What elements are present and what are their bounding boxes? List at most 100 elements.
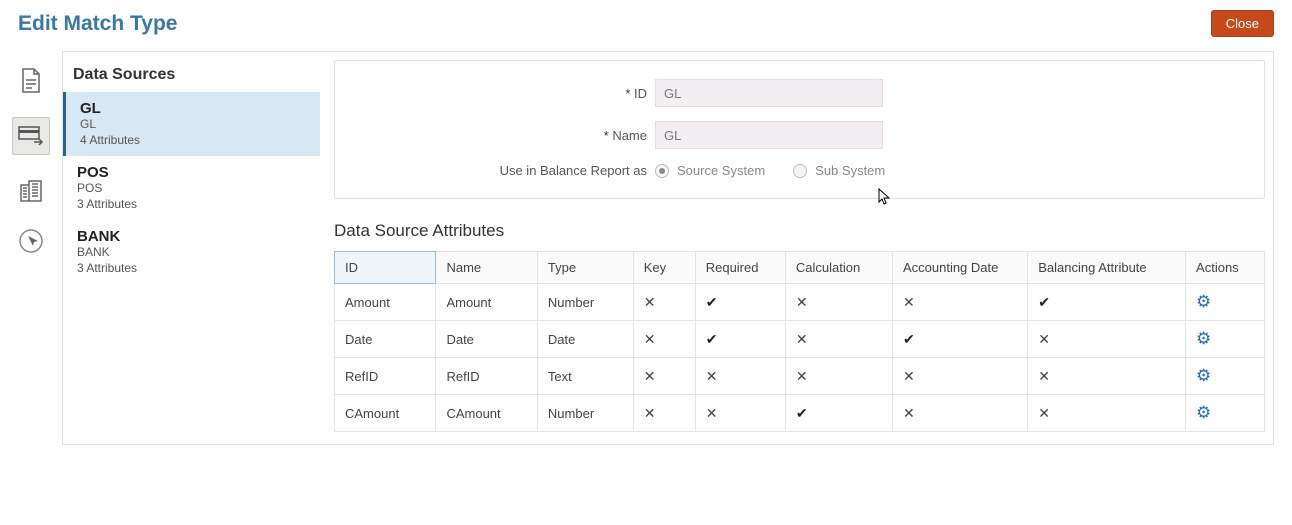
cell-balancing: ✔ xyxy=(1028,284,1186,321)
table-row[interactable]: RefIDRefIDText✕✕✕✕✕⚙ xyxy=(335,358,1265,395)
id-input[interactable] xyxy=(655,79,883,107)
cell-type: Date xyxy=(537,321,633,358)
x-icon: ✕ xyxy=(644,368,656,384)
data-source-item-bank[interactable]: BANK BANK 3 Attributes xyxy=(63,220,326,284)
col-header-id[interactable]: ID xyxy=(335,252,436,284)
data-source-item-gl[interactable]: GL GL 4 Attributes xyxy=(63,92,320,156)
cell-actions: ⚙ xyxy=(1186,395,1265,432)
cell-accounting-date: ✕ xyxy=(892,284,1027,321)
check-icon: ✔ xyxy=(706,294,718,310)
radio-sub-system[interactable]: Sub System xyxy=(793,163,885,178)
col-header-type[interactable]: Type xyxy=(537,252,633,284)
cell-key: ✕ xyxy=(633,358,695,395)
gear-icon[interactable]: ⚙ xyxy=(1196,403,1211,422)
rail-jobs[interactable] xyxy=(17,227,45,255)
cell-required: ✕ xyxy=(695,358,785,395)
table-row[interactable]: CAmountCAmountNumber✕✕✔✕✕⚙ xyxy=(335,395,1265,432)
cell-accounting-date: ✕ xyxy=(892,395,1027,432)
attributes-title: Data Source Attributes xyxy=(326,217,1273,251)
cell-accounting-date: ✔ xyxy=(892,321,1027,358)
buildings-icon xyxy=(17,177,45,205)
radio-sub-label: Sub System xyxy=(815,163,885,178)
x-icon: ✕ xyxy=(1038,368,1050,384)
rail-properties[interactable] xyxy=(17,67,45,95)
cell-balancing: ✕ xyxy=(1028,395,1186,432)
x-icon: ✕ xyxy=(644,405,656,421)
cell-id: RefID xyxy=(335,358,436,395)
cell-calculation: ✕ xyxy=(785,321,892,358)
col-header-balancing[interactable]: Balancing Attribute xyxy=(1028,252,1186,284)
cell-actions: ⚙ xyxy=(1186,284,1265,321)
cell-required: ✕ xyxy=(695,395,785,432)
x-icon: ✕ xyxy=(796,368,808,384)
x-icon: ✕ xyxy=(1038,331,1050,347)
cell-balancing: ✕ xyxy=(1028,358,1186,395)
col-header-name[interactable]: Name xyxy=(436,252,537,284)
data-source-form: * ID * Name Use in Balance Report as xyxy=(334,60,1265,199)
cell-name: Amount xyxy=(436,284,537,321)
cell-actions: ⚙ xyxy=(1186,358,1265,395)
cursor-circle-icon xyxy=(17,227,45,255)
page-title: Edit Match Type xyxy=(18,12,177,36)
x-icon: ✕ xyxy=(796,294,808,310)
x-icon: ✕ xyxy=(644,294,656,310)
cell-actions: ⚙ xyxy=(1186,321,1265,358)
check-icon: ✔ xyxy=(903,331,915,347)
cell-accounting-date: ✕ xyxy=(892,358,1027,395)
cell-name: RefID xyxy=(436,358,537,395)
cell-calculation: ✔ xyxy=(785,395,892,432)
col-header-calculation[interactable]: Calculation xyxy=(785,252,892,284)
rail-data-sources[interactable] xyxy=(12,117,50,155)
check-icon: ✔ xyxy=(1038,294,1050,310)
x-icon: ✕ xyxy=(903,294,915,310)
radio-source-system[interactable]: Source System xyxy=(655,163,765,178)
ds-item-sub2: 4 Attributes xyxy=(80,133,310,149)
cell-id: Date xyxy=(335,321,436,358)
cell-key: ✕ xyxy=(633,395,695,432)
cell-id: CAmount xyxy=(335,395,436,432)
col-header-key[interactable]: Key xyxy=(633,252,695,284)
cell-key: ✕ xyxy=(633,321,695,358)
cell-name: Date xyxy=(436,321,537,358)
name-label: Name xyxy=(612,128,647,143)
x-icon: ✕ xyxy=(1038,405,1050,421)
cell-calculation: ✕ xyxy=(785,358,892,395)
close-button[interactable]: Close xyxy=(1211,10,1274,37)
ds-item-sub2: 3 Attributes xyxy=(77,197,316,213)
cell-required: ✔ xyxy=(695,284,785,321)
ds-item-sub1: BANK xyxy=(77,245,316,261)
document-icon xyxy=(17,67,45,95)
gear-icon[interactable]: ⚙ xyxy=(1196,292,1211,311)
gear-icon[interactable]: ⚙ xyxy=(1196,366,1211,385)
rail-match-processes[interactable] xyxy=(17,177,45,205)
gear-icon[interactable]: ⚙ xyxy=(1196,329,1211,348)
cell-id: Amount xyxy=(335,284,436,321)
balance-report-label: Use in Balance Report as xyxy=(500,163,647,178)
cell-balancing: ✕ xyxy=(1028,321,1186,358)
col-header-accounting-date[interactable]: Accounting Date xyxy=(892,252,1027,284)
col-header-required[interactable]: Required xyxy=(695,252,785,284)
required-marker: * xyxy=(604,128,609,143)
cell-key: ✕ xyxy=(633,284,695,321)
radio-source-label: Source System xyxy=(677,163,765,178)
card-arrow-icon xyxy=(17,122,45,150)
cell-type: Text xyxy=(537,358,633,395)
x-icon: ✕ xyxy=(903,405,915,421)
table-row[interactable]: DateDateDate✕✔✕✔✕⚙ xyxy=(335,321,1265,358)
name-input[interactable] xyxy=(655,121,883,149)
table-row[interactable]: AmountAmountNumber✕✔✕✕✔⚙ xyxy=(335,284,1265,321)
ds-item-sub2: 3 Attributes xyxy=(77,261,316,277)
cell-type: Number xyxy=(537,284,633,321)
cell-calculation: ✕ xyxy=(785,284,892,321)
attributes-table: ID Name Type Key Required Calculation Ac… xyxy=(334,251,1265,432)
ds-item-sub1: GL xyxy=(80,117,310,133)
data-source-item-pos[interactable]: POS POS 3 Attributes xyxy=(63,156,326,220)
x-icon: ✕ xyxy=(796,331,808,347)
data-sources-panel: Data Sources GL GL 4 Attributes POS POS … xyxy=(63,52,326,444)
check-icon: ✔ xyxy=(706,331,718,347)
ds-item-sub1: POS xyxy=(77,181,316,197)
col-header-actions[interactable]: Actions xyxy=(1186,252,1265,284)
x-icon: ✕ xyxy=(903,368,915,384)
cell-name: CAmount xyxy=(436,395,537,432)
radio-icon xyxy=(793,164,807,178)
